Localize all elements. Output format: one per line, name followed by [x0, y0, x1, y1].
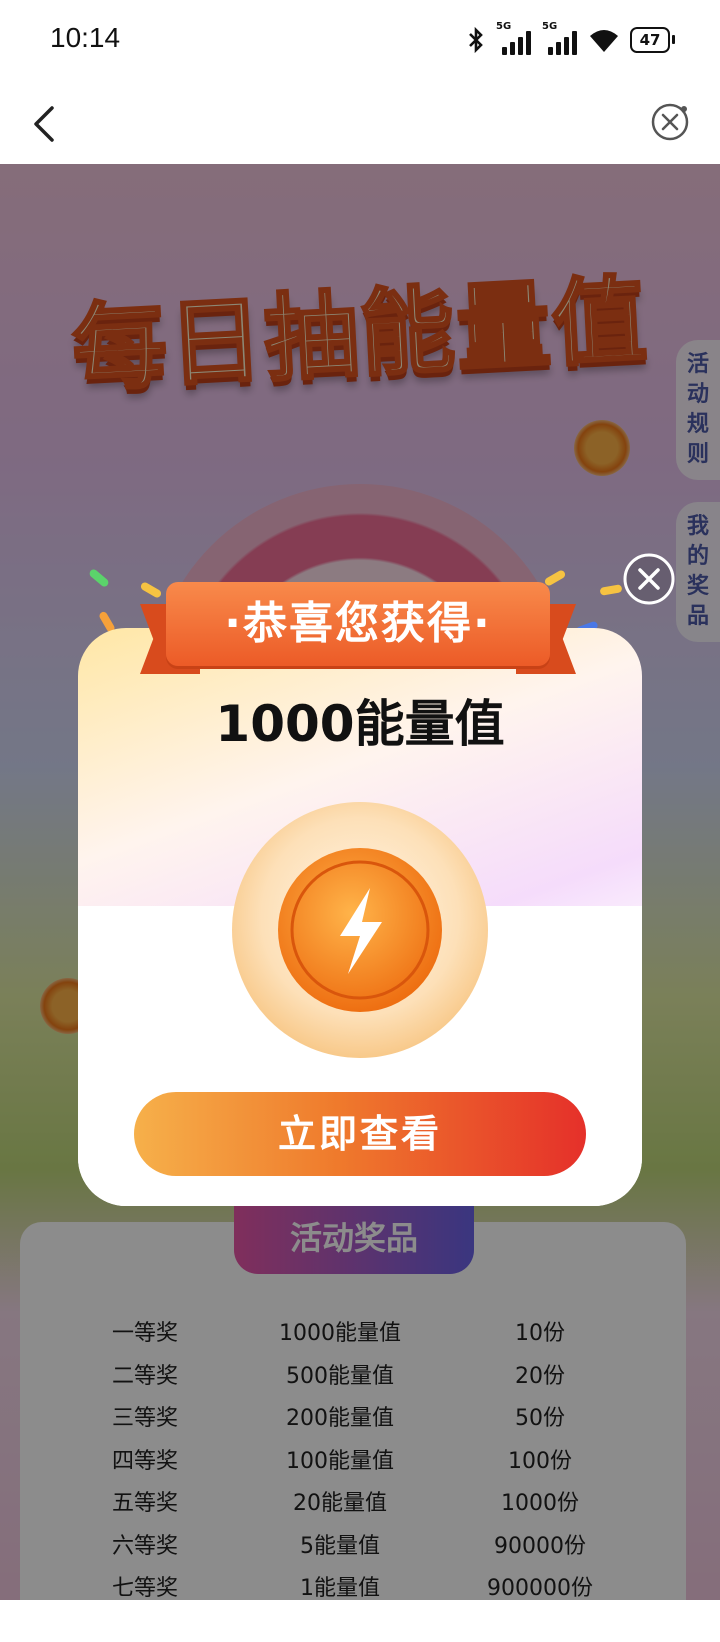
bluetooth-icon [469, 26, 483, 54]
battery-icon: 47 [630, 27, 675, 53]
clock: 10:14 [50, 22, 121, 53]
cellular-signal-icon-1: 5G [496, 21, 532, 55]
reward-amount: 1000能量值 [215, 695, 505, 753]
status-icons: 5G 5G 47 [466, 21, 675, 58]
dialog-close-icon[interactable] [622, 552, 676, 606]
status-bar: 10:14 5G 5G 47 [0, 0, 720, 84]
congrats-ribbon: ·恭喜您获得· [140, 582, 576, 678]
nav-bar [0, 84, 720, 164]
close-page-icon[interactable] [650, 102, 690, 142]
wifi-icon [590, 30, 618, 52]
congrats-title: ·恭喜您获得· [166, 582, 550, 666]
back-arrow-icon[interactable] [26, 102, 66, 146]
energy-coin-icon [232, 802, 488, 1058]
cellular-signal-icon-2: 5G [542, 21, 578, 55]
view-now-button[interactable]: 立即查看 [134, 1092, 586, 1176]
reward-dialog: ·恭喜您获得· 1000能量值 立即查看 [78, 582, 642, 1206]
